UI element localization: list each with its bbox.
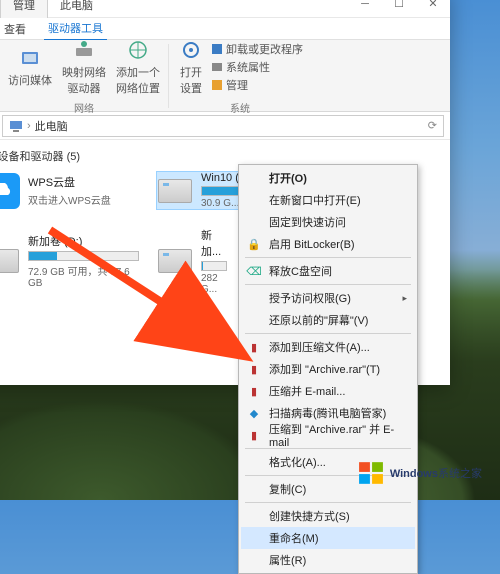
maximize-button[interactable]: ☐ (382, 0, 416, 16)
ribbon-mapdrive[interactable]: 映射网络 驱动器 (60, 36, 108, 98)
ribbon: 访问媒体 映射网络 驱动器 添加一个 网络位置 网络 打开 设置 (0, 40, 450, 112)
ribbon-uninstall[interactable]: 卸载或更改程序 (211, 41, 303, 57)
drive-wps[interactable]: WPS云盘 双击进入WPS云盘 (0, 172, 139, 209)
ctx-properties[interactable]: 属性(R) (241, 549, 415, 571)
broom-icon: ⌫ (247, 264, 261, 278)
ctx-shortcut[interactable]: 创建快捷方式(S) (241, 505, 415, 527)
titlebar: 管理 此电脑 ─ ☐ ✕ (0, 0, 450, 18)
disk-icon (158, 249, 192, 273)
ctx-add-archive[interactable]: ▮添加到压缩文件(A)... (241, 336, 415, 358)
windows-logo-icon (358, 460, 384, 486)
wps-cloud-icon (0, 173, 20, 209)
rar-icon: ▮ (247, 362, 261, 376)
ctx-open[interactable]: 打开(O) (241, 167, 415, 189)
title-tab-pc: 此电脑 (48, 0, 105, 18)
rar-icon: ▮ (247, 384, 261, 398)
ctx-newwindow[interactable]: 在新窗口中打开(E) (241, 189, 415, 211)
minimize-button[interactable]: ─ (348, 0, 382, 16)
disk-icon (158, 179, 192, 203)
rar-icon: ▮ (247, 340, 261, 354)
shield-icon: ◆ (247, 406, 261, 420)
ctx-free-space[interactable]: ⌫释放C盘空间 (241, 260, 415, 282)
ctx-zip-email2[interactable]: ▮压缩到 "Archive.rar" 并 E-mail (241, 424, 415, 446)
disk-icon (0, 249, 19, 273)
title-tab-manage[interactable]: 管理 (0, 0, 48, 18)
gear-icon (179, 38, 203, 62)
pc-icon (9, 119, 23, 133)
watermark: Windows系统之家 (358, 460, 482, 486)
ribbon-sysprops[interactable]: 系统属性 (211, 59, 303, 75)
manage-icon (211, 79, 223, 91)
ribbon-addnet[interactable]: 添加一个 网络位置 (114, 36, 162, 98)
ctx-add-archiverar[interactable]: ▮添加到 "Archive.rar"(T) (241, 358, 415, 380)
context-menu: 打开(O) 在新窗口中打开(E) 固定到快速访问 🔒启用 BitLocker(B… (238, 164, 418, 574)
mapdrive-icon (72, 38, 96, 62)
sysprops-icon (211, 61, 223, 73)
ctx-zip-email[interactable]: ▮压缩并 E-mail... (241, 380, 415, 402)
drive-d[interactable]: 新加卷 (D:) 72.9 GB 可用，共 97.6 GB (0, 227, 139, 295)
section-header[interactable]: ⌄ 设备和驱动器 (5) (0, 148, 436, 164)
drive-e[interactable]: 新加... 282 G... (157, 227, 227, 295)
uninstall-icon (211, 43, 223, 55)
close-button[interactable]: ✕ (416, 0, 450, 16)
address-bar: ↑ › 此电脑 ⟳ (0, 112, 450, 140)
lock-icon: 🔒 (247, 237, 261, 251)
ctx-bitlocker[interactable]: 🔒启用 BitLocker(B) (241, 233, 415, 255)
ctx-pin-quickaccess[interactable]: 固定到快速访问 (241, 211, 415, 233)
ribbon-media[interactable]: 访问媒体 (6, 44, 54, 90)
breadcrumb-pc: 此电脑 (35, 118, 68, 134)
ctx-rename[interactable]: 重命名(M) (241, 527, 415, 549)
breadcrumb[interactable]: › 此电脑 ⟳ (2, 115, 444, 137)
media-icon (18, 46, 42, 70)
rar-icon: ▮ (247, 428, 261, 442)
ctx-grant-access[interactable]: 授予访问权限(G)▸ (241, 287, 415, 309)
ctx-previous[interactable]: 还原以前的"屏幕"(V) (241, 309, 415, 331)
ribbon-opensettings[interactable]: 打开 设置 (177, 36, 205, 98)
addnet-icon (126, 38, 150, 62)
ribbon-manage[interactable]: 管理 (211, 77, 303, 93)
